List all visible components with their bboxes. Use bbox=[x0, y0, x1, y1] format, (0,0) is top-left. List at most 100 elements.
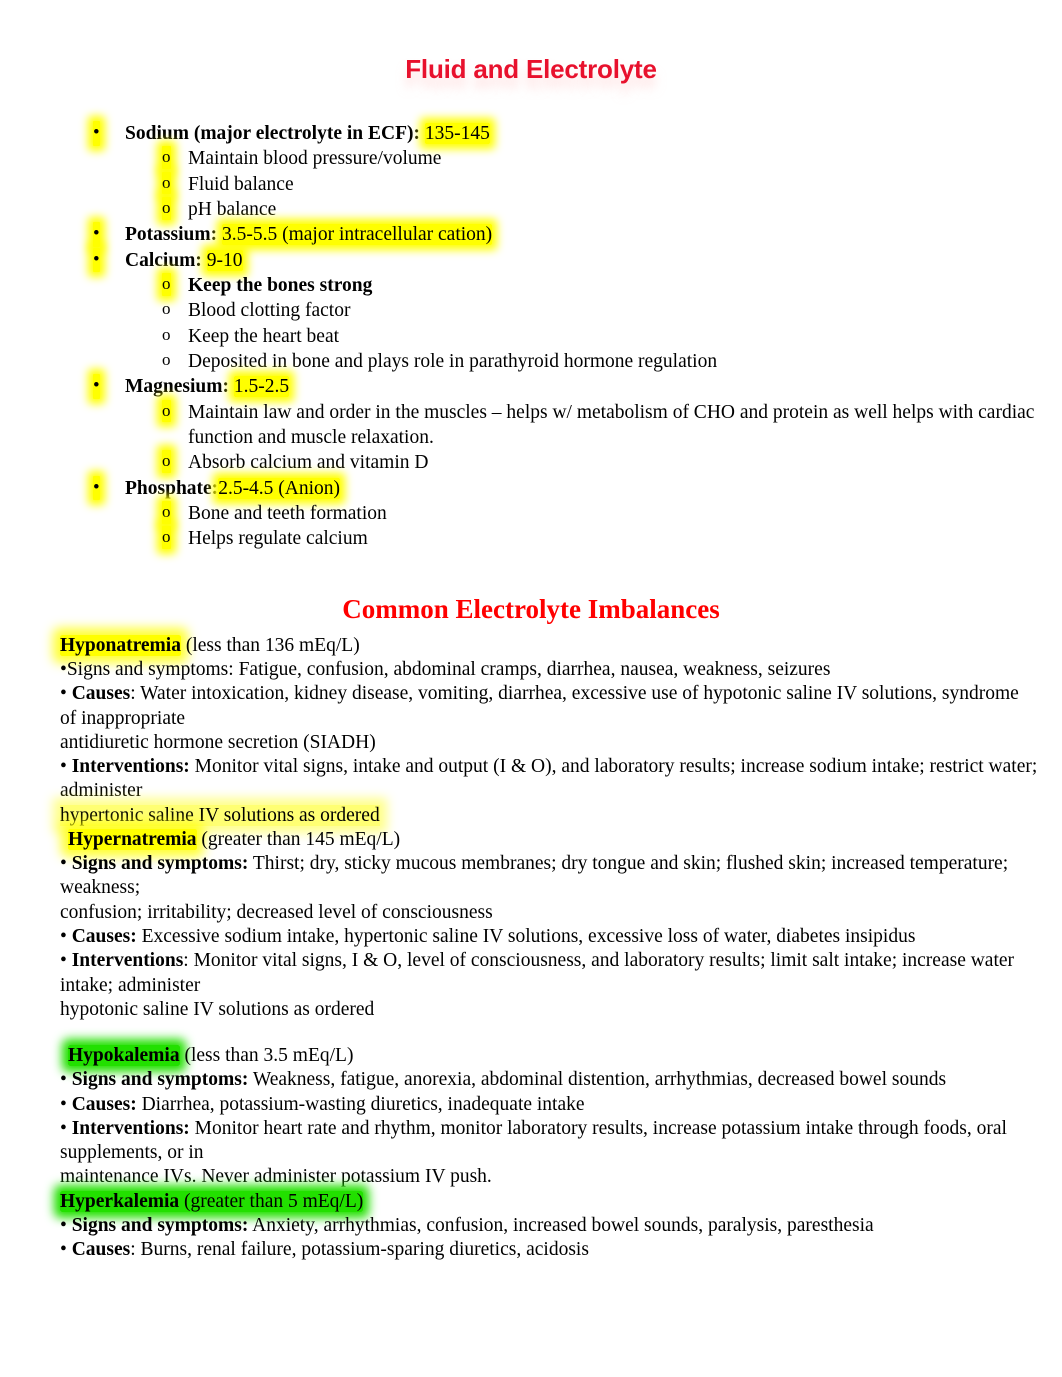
imbalance-line: confusion; irritability; decreased level… bbox=[60, 901, 1038, 925]
bullet-icon: • bbox=[93, 247, 100, 273]
sub-bullet-icon: o bbox=[162, 399, 171, 423]
list-item-sub: o Absorb calcium and vitamin D bbox=[0, 450, 1062, 475]
list-item-sub: o Maintain blood pressure/volume bbox=[0, 146, 1062, 171]
line-body: Water intoxication, kidney disease, vomi… bbox=[60, 683, 1019, 729]
line-body: maintenance IVs. Never administer potass… bbox=[60, 1166, 492, 1188]
line-label: Interventions bbox=[71, 950, 184, 972]
imbalance-line: • Causes: Diarrhea, potassium-wasting di… bbox=[60, 1093, 1038, 1117]
electrolyte-outline: • Sodium (major electrolyte in ECF): 135-… bbox=[0, 120, 1062, 552]
imbalance-line: • Causes: Burns, renal failure, potassiu… bbox=[60, 1238, 1038, 1262]
electrolyte-label: Potassium: bbox=[125, 224, 218, 246]
bullet-icon: • bbox=[60, 925, 67, 947]
electrolyte-value: 1.5-2.5 bbox=[233, 376, 290, 398]
bullet-icon: • bbox=[93, 475, 100, 501]
sub-bullet-icon: o bbox=[162, 324, 171, 344]
line-body: confusion; irritability; decreased level… bbox=[60, 901, 493, 923]
electrolyte-label: Sodium (major electrolyte in ECF): bbox=[125, 122, 420, 144]
list-item-sub: o pH balance bbox=[0, 196, 1062, 222]
sub-bullet-icon: o bbox=[162, 146, 171, 169]
sub-bullet-icon: o bbox=[162, 349, 171, 369]
electrolyte-value: 9-10 bbox=[206, 249, 243, 271]
imbalance-line: • Signs and symptoms: Weakness, fatigue,… bbox=[60, 1068, 1038, 1092]
sub-item-label: Fluid balance bbox=[188, 173, 294, 195]
line-body: Anxiety, arrhythmias, confusion, increas… bbox=[248, 1214, 874, 1236]
sub-item-label: Deposited in bone and plays role in para… bbox=[188, 350, 718, 372]
line-body: Diarrhea, potassium-wasting diuretics, i… bbox=[136, 1093, 585, 1115]
sub-bullet-icon: o bbox=[162, 299, 171, 319]
electrolyte-value: 3.5-5.5 (major intracellular cation) bbox=[221, 224, 493, 246]
line-label: Interventions: bbox=[71, 1117, 190, 1139]
imbalance-line: maintenance IVs. Never administer potass… bbox=[60, 1165, 1038, 1189]
section-title: Common Electrolyte Imbalances bbox=[342, 593, 720, 624]
sub-item-label: Keep the heart beat bbox=[188, 325, 340, 347]
sub-item-label: Maintain law and order in the muscles – … bbox=[188, 401, 1035, 449]
imbalance-line: • Causes: Excessive sodium intake, hyper… bbox=[60, 925, 1038, 949]
imbalance-line: • Interventions: Monitor vital signs, I … bbox=[60, 949, 1038, 998]
imbalance-range: (greater than 145 mEq/L) bbox=[196, 828, 401, 850]
electrolyte-value: 2.5-4.5 (Anion) bbox=[218, 477, 341, 499]
imbalance-line: • Signs and symptoms: Thirst; dry, stick… bbox=[60, 852, 1038, 901]
bullet-icon: • bbox=[93, 374, 100, 400]
list-item-sodium: • Sodium (major electrolyte in ECF): 135-… bbox=[0, 120, 1062, 146]
sub-bullet-icon: o bbox=[162, 171, 171, 195]
bullet-icon: • bbox=[60, 1093, 67, 1115]
line-body: Monitor heart rate and rhythm, monitor l… bbox=[60, 1117, 1007, 1164]
bullet-icon: • bbox=[60, 756, 67, 778]
electrolyte-label: Magnesium: bbox=[125, 376, 229, 398]
line-body: hypotonic saline IV solutions as ordered bbox=[60, 998, 375, 1020]
bullet-icon: • bbox=[60, 1239, 67, 1261]
imbalance-heading-hyperkalemia: Hyperkalemia (greater than 5 mEq/L) bbox=[60, 1190, 1038, 1214]
imbalance-line: antidiuretic hormone secretion (SIADH) bbox=[60, 731, 1038, 755]
bullet-icon: • bbox=[60, 1214, 67, 1236]
electrolyte-value: 135-145 bbox=[424, 122, 490, 144]
electrolyte-label: Phosphate: bbox=[125, 477, 219, 499]
bullet-icon: • bbox=[60, 659, 67, 681]
sub-item-label: Maintain blood pressure/volume bbox=[188, 148, 442, 170]
list-item-sub: o Fluid balance bbox=[0, 171, 1062, 197]
sub-item-label: Keep the bones strong bbox=[188, 274, 373, 296]
sub-item-label: Absorb calcium and vitamin D bbox=[188, 452, 429, 474]
imbalance-range: (less than 136 mEq/L) bbox=[180, 634, 360, 656]
sub-bullet-icon: o bbox=[162, 196, 171, 220]
sub-bullet-icon: o bbox=[162, 526, 171, 549]
imbalance-line: •Signs and symptoms: Fatigue, confusion,… bbox=[60, 658, 1038, 682]
bullet-icon: • bbox=[60, 1117, 67, 1139]
line-body: antidiuretic hormone secretion (SIADH) bbox=[60, 731, 376, 753]
electrolyte-label: Calcium: bbox=[125, 249, 202, 271]
imbalance-line: hypertonic saline IV solutions as ordere… bbox=[60, 804, 1038, 828]
imbalance-name: Hypokalemia bbox=[68, 1045, 180, 1067]
imbalance-line: • Interventions: Monitor heart rate and … bbox=[60, 1117, 1038, 1166]
line-label: Causes bbox=[71, 1239, 131, 1261]
imbalances-section: Hyponatremia (less than 136 mEq/L) •Sign… bbox=[0, 634, 1062, 1263]
line-label: Signs and symptoms: bbox=[71, 853, 249, 875]
bullet-icon: • bbox=[60, 853, 67, 875]
imbalance-line: • Signs and symptoms: Anxiety, arrhythmi… bbox=[60, 1214, 1038, 1238]
line-body: hypertonic saline IV solutions as ordere… bbox=[60, 804, 380, 826]
line-body: Monitor vital signs, intake and output (… bbox=[60, 756, 1038, 802]
sub-bullet-icon: o bbox=[162, 450, 171, 473]
line-label: Signs and symptoms: bbox=[66, 659, 234, 681]
imbalance-heading-highlight: Hyperkalemia (greater than 5 mEq/L) bbox=[60, 1190, 364, 1212]
list-item-calcium: • Calcium: 9-10 bbox=[0, 247, 1062, 273]
list-item-magnesium: • Magnesium: 1.5-2.5 bbox=[0, 374, 1062, 400]
sub-item-label: Blood clotting factor bbox=[188, 300, 351, 322]
sub-item-label: Bone and teeth formation bbox=[188, 503, 387, 525]
bullet-icon: • bbox=[60, 1069, 67, 1091]
imbalance-line: • Interventions: Monitor vital signs, in… bbox=[60, 755, 1038, 804]
line-label: Signs and symptoms: bbox=[71, 1069, 249, 1091]
line-body: Excessive sodium intake, hypertonic sali… bbox=[136, 925, 916, 947]
list-item-sub: o Helps regulate calcium bbox=[0, 526, 1062, 551]
list-item-sub: o Keep the bones strong bbox=[0, 272, 1062, 298]
imbalance-name: Hyponatremia bbox=[60, 634, 181, 656]
document-page: Fluid and Electrolyte • Sodium (major ele… bbox=[0, 0, 1062, 1377]
line-body: Monitor vital signs, I & O, level of con… bbox=[60, 950, 1015, 996]
list-item-sub: o Keep the heart beat bbox=[0, 324, 1062, 349]
imbalance-heading-hypokalemia: Hypokalemia (less than 3.5 mEq/L) bbox=[60, 1044, 1038, 1068]
imbalance-range: (less than 3.5 mEq/L) bbox=[179, 1045, 354, 1067]
imbalance-line: hypotonic saline IV solutions as ordered bbox=[60, 998, 1038, 1022]
list-item-potassium: • Potassium: 3.5-5.5 (major intracellular… bbox=[0, 222, 1062, 247]
line-label: Causes: bbox=[71, 925, 137, 947]
sub-bullet-icon: o bbox=[162, 272, 171, 296]
